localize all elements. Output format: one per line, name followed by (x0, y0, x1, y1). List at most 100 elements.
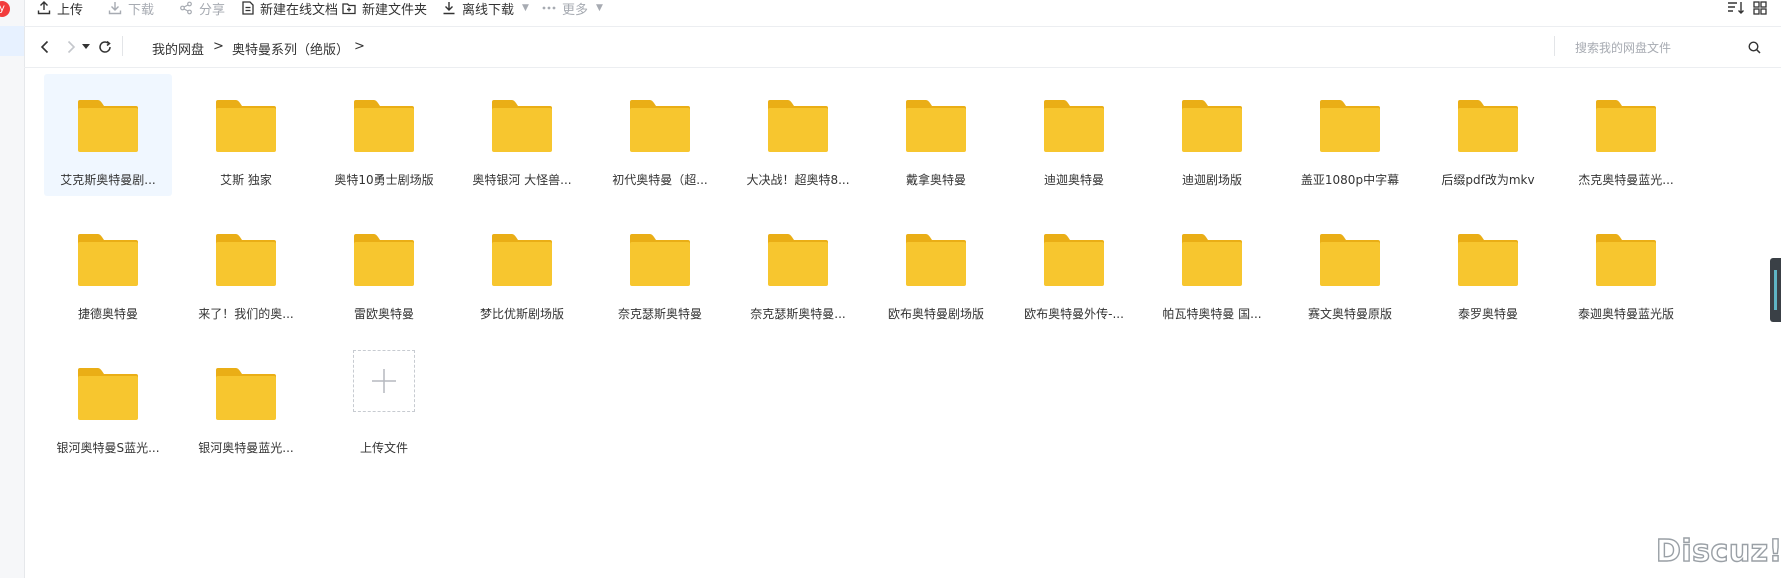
folder-item[interactable]: 奥特银河 大怪兽... (458, 74, 586, 196)
left-sidebar-strip (0, 0, 25, 578)
new-folder-label: 新建文件夹 (362, 2, 428, 18)
folder-item[interactable]: 帕瓦特奥特曼 国... (1148, 208, 1276, 330)
refresh-button[interactable] (96, 38, 114, 56)
share-icon (180, 1, 192, 15)
breadcrumb-current[interactable]: 奥特曼系列（绝版） (232, 39, 349, 58)
view-mode-button[interactable] (1753, 0, 1773, 16)
upload-file-label: 上传文件 (359, 441, 408, 455)
folder-item[interactable]: 奈克瑟斯奥特曼 (596, 208, 724, 330)
folder-name: 捷德奥特曼 (77, 307, 138, 321)
refresh-icon (99, 40, 111, 53)
folder-item[interactable]: 迪迦奥特曼 (1010, 74, 1138, 196)
back-button[interactable] (36, 38, 54, 56)
new-online-doc-button[interactable]: 新建在线文档 (242, 0, 338, 18)
download-button[interactable]: 下载 (108, 0, 154, 18)
folder-name: 泰迦奥特曼蓝光版 (1577, 307, 1674, 321)
upload-button[interactable]: 上传 (37, 0, 84, 18)
more-dots-icon (542, 6, 556, 10)
folder-item[interactable]: 赛文奥特曼原版 (1286, 208, 1414, 330)
folder-item[interactable]: 杰克奥特曼蓝光... (1562, 74, 1690, 196)
folder-name: 初代奥特曼（超... (612, 173, 708, 187)
folder-icon (630, 234, 690, 286)
folder-item[interactable]: 奥特10勇士剧场版 (320, 74, 448, 196)
watermark-logo: Discuz! (1655, 533, 1781, 569)
chevron-down-icon[interactable]: ▼ (522, 3, 529, 13)
folder-item[interactable]: 艾斯 独家 (182, 74, 310, 196)
navigation-bar: 我的网盘 > 奥特曼系列（绝版） > 搜索我的网盘文件 (24, 26, 1781, 68)
share-label: 分享 (199, 2, 226, 18)
more-label: 更多 (562, 2, 589, 18)
chevron-right-icon (67, 40, 76, 54)
upload-file-tile[interactable]: 上传文件 (320, 342, 448, 464)
grid-view-icon (1753, 1, 1767, 15)
chevron-down-icon[interactable]: ▼ (596, 3, 603, 13)
folder-item[interactable]: 戴拿奥特曼 (872, 74, 1000, 196)
folder-icon (1596, 100, 1656, 152)
folder-name: 奈克瑟斯奥特曼... (750, 307, 846, 321)
search-input[interactable]: 搜索我的网盘文件 (1575, 39, 1671, 56)
folder-item[interactable]: 欧布奥特曼外传-... (1010, 208, 1138, 330)
new-folder-button[interactable]: 新建文件夹 (342, 0, 428, 18)
folder-name: 梦比优斯剧场版 (479, 307, 564, 321)
sidebar-selected-item[interactable] (0, 26, 24, 56)
folder-item[interactable]: 大决战！超奥特8... (734, 74, 862, 196)
folder-item[interactable]: 奈克瑟斯奥特曼... (734, 208, 862, 330)
forward-button[interactable] (62, 38, 80, 56)
folder-name: 欧布奥特曼外传-... (1024, 307, 1124, 321)
search-icon (1747, 40, 1761, 54)
chevron-left-icon (40, 40, 49, 54)
folder-name: 戴拿奥特曼 (905, 173, 966, 187)
folder-item[interactable]: 来了！我们的奥... (182, 208, 310, 330)
folder-item[interactable]: 盖亚1080p中字幕 (1286, 74, 1414, 196)
breadcrumb-root[interactable]: 我的网盘 (152, 39, 204, 58)
folder-icon (1320, 234, 1380, 286)
folder-item[interactable]: 后缀pdf改为mkv (1424, 74, 1552, 196)
folder-name: 赛文奥特曼原版 (1307, 307, 1392, 321)
folder-name: 后缀pdf改为mkv (1441, 173, 1535, 187)
more-button[interactable]: 更多 ▼ (542, 0, 603, 18)
offline-download-button[interactable]: 离线下载 ▼ (442, 0, 529, 18)
scroll-handle[interactable] (1770, 258, 1781, 322)
folder-name: 银河奥特曼S蓝光... (56, 441, 160, 455)
upload-drop-area[interactable] (353, 350, 415, 412)
folder-icon (354, 100, 414, 152)
folder-name: 泰罗奥特曼 (1457, 307, 1518, 321)
folder-item[interactable]: 银河奥特曼S蓝光... (44, 342, 172, 464)
share-button[interactable]: 分享 (179, 0, 226, 18)
folder-item[interactable]: 迪迦剧场版 (1148, 74, 1276, 196)
folder-item[interactable]: 艾克斯奥特曼剧... (44, 74, 172, 196)
folder-name: 迪迦奥特曼 (1043, 173, 1104, 187)
folder-name: 奥特10勇士剧场版 (334, 173, 434, 187)
folder-name: 迪迦剧场版 (1181, 173, 1242, 187)
folder-name: 雷欧奥特曼 (353, 307, 414, 321)
folder-icon (78, 100, 138, 152)
handle-grip (1774, 270, 1777, 310)
folder-icon (906, 100, 966, 152)
download-icon (108, 2, 122, 15)
folder-item[interactable]: 泰罗奥特曼 (1424, 208, 1552, 330)
folder-icon (78, 368, 138, 420)
folder-name: 大决战！超奥特8... (746, 173, 850, 187)
folder-item[interactable]: 雷欧奥特曼 (320, 208, 448, 330)
folder-item[interactable]: 梦比优斯剧场版 (458, 208, 586, 330)
folder-name: 银河奥特曼蓝光... (198, 441, 294, 455)
folder-name: 奈克瑟斯奥特曼 (617, 307, 702, 321)
document-icon (242, 1, 254, 15)
sort-button[interactable] (1727, 0, 1751, 16)
history-dropdown[interactable] (80, 38, 92, 56)
folder-icon (492, 100, 552, 152)
folder-name: 欧布奥特曼剧场版 (887, 307, 984, 321)
search-button[interactable] (1745, 38, 1763, 56)
breadcrumb-separator[interactable]: > (354, 39, 365, 54)
folder-item[interactable]: 欧布奥特曼剧场版 (872, 208, 1000, 330)
folder-item[interactable]: 银河奥特曼蓝光... (182, 342, 310, 464)
upload-label: 上传 (57, 2, 84, 18)
folder-name: 艾克斯奥特曼剧... (60, 173, 156, 187)
divider (122, 36, 123, 56)
folder-item[interactable]: 捷德奥特曼 (44, 208, 172, 330)
folder-item[interactable]: 泰迦奥特曼蓝光版 (1562, 208, 1690, 330)
divider (1554, 36, 1555, 56)
plus-icon (372, 369, 396, 393)
folder-item[interactable]: 初代奥特曼（超... (596, 74, 724, 196)
toolbar: 上传 下载 分享 新建在线文档 新建文件夹 离线下载 ▼ 更多 ▼ (24, 0, 1781, 27)
